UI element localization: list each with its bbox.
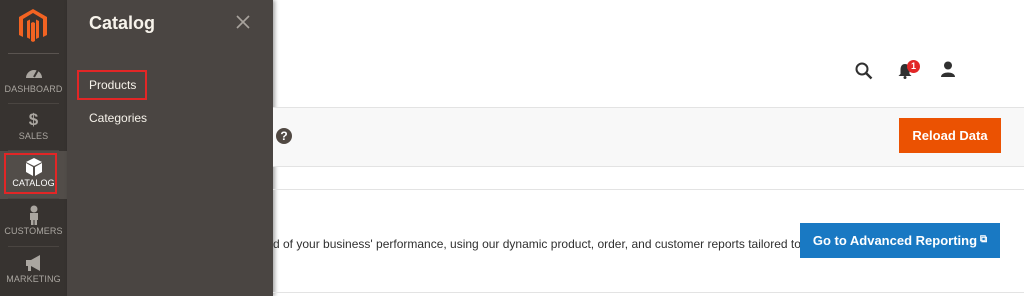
nav-item-catalog[interactable]: CATALOG xyxy=(0,151,67,199)
box-icon xyxy=(25,158,42,176)
nav-item-sales[interactable]: $ SALES xyxy=(0,104,67,152)
nav-item-marketing[interactable]: MARKETING xyxy=(0,247,67,295)
logo-divider xyxy=(8,53,59,54)
nav-item-dashboard[interactable]: DASHBOARD xyxy=(0,57,67,105)
notification-count-badge: 1 xyxy=(907,60,920,73)
admin-sidebar: DASHBOARD $ SALES CATALOG CUSTOMERS MARK… xyxy=(0,0,67,296)
close-icon[interactable] xyxy=(235,14,251,30)
dollar-icon: $ xyxy=(28,110,39,129)
person-icon xyxy=(29,205,38,225)
section-divider xyxy=(273,292,1024,293)
nav-item-label: SALES xyxy=(18,131,49,141)
external-link-icon: ⧉ xyxy=(980,234,988,245)
nav-item-label: DASHBOARD xyxy=(4,84,63,94)
advanced-reporting-label: Go to Advanced Reporting xyxy=(812,233,978,248)
megaphone-icon xyxy=(25,255,40,271)
nav-item-label: CATALOG xyxy=(12,178,55,188)
nav-item-customers[interactable]: CUSTOMERS xyxy=(0,199,67,247)
flyout-title: Catalog xyxy=(89,13,156,33)
magento-logo-icon xyxy=(19,9,47,42)
nav-item-label: CUSTOMERS xyxy=(4,226,63,236)
advanced-reporting-description: d of your business' performance, using o… xyxy=(273,237,801,251)
magento-logo[interactable] xyxy=(0,0,67,54)
speedometer-icon xyxy=(25,69,42,78)
section-divider xyxy=(273,189,1024,190)
reload-data-button[interactable]: Reload Data xyxy=(899,118,1001,153)
flyout-link-products[interactable]: Products xyxy=(89,78,136,92)
nav-item-label: MARKETING xyxy=(6,274,61,284)
help-icon[interactable]: ? xyxy=(276,128,292,144)
catalog-flyout: Catalog Products Categories xyxy=(67,0,273,296)
advanced-reporting-button[interactable]: Go to Advanced Reporting ⧉ xyxy=(800,223,1000,258)
user-icon[interactable] xyxy=(940,61,956,77)
search-icon[interactable] xyxy=(855,62,873,80)
flyout-link-categories[interactable]: Categories xyxy=(89,111,147,125)
